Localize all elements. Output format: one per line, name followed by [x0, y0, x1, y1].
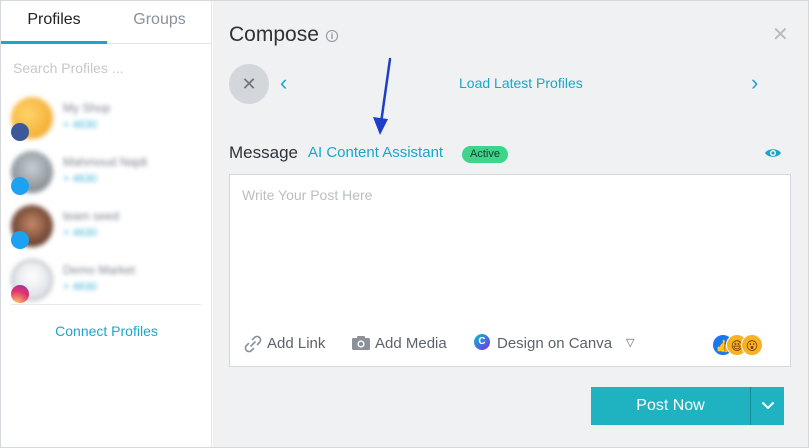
search-profiles-input[interactable]: [13, 57, 193, 79]
chevron-down-icon: [762, 402, 774, 409]
panel-tabs: Profiles Groups: [1, 1, 212, 44]
chevron-left-icon[interactable]: ‹: [280, 71, 287, 95]
add-link-label: Add Link: [267, 335, 326, 352]
post-text-input[interactable]: [242, 187, 777, 317]
compose-panel: Compose i ✕ ✕ ‹ Load Latest Profiles › M…: [213, 1, 808, 447]
instagram-icon: [11, 285, 29, 303]
profiles-panel: Profiles Groups My Shop + 4630 Mahmoud N…: [1, 1, 212, 447]
post-editor: Add Link Add Media C Design on Canva ▽ 👍…: [229, 174, 791, 367]
message-label: Message: [229, 143, 298, 162]
twitter-icon: [11, 231, 29, 249]
link-icon: [244, 335, 262, 353]
profile-name: Mahmoud Najdi: [63, 155, 148, 169]
reactions-button[interactable]: 👍 😆 😮: [712, 332, 772, 358]
twitter-icon: [11, 177, 29, 195]
close-icon[interactable]: ✕: [772, 25, 789, 45]
profile-item[interactable]: My Shop + 4630: [11, 97, 201, 147]
profile-sub: + 4630: [63, 227, 97, 239]
post-options-dropdown[interactable]: [751, 387, 784, 425]
info-icon[interactable]: i: [326, 30, 338, 42]
eye-icon[interactable]: [764, 147, 782, 159]
active-tab-indicator: [1, 41, 107, 44]
connect-profiles-link[interactable]: Connect Profiles: [1, 323, 212, 339]
add-media-label: Add Media: [375, 335, 447, 352]
divider: [11, 304, 201, 305]
profile-name: Demo Market: [63, 263, 136, 277]
ai-content-assistant-link[interactable]: AI Content Assistant: [308, 144, 443, 161]
post-now-button[interactable]: Post Now: [591, 387, 750, 425]
profile-name: team seed: [63, 209, 120, 223]
facebook-icon: [11, 123, 29, 141]
profile-sub: + 4630: [63, 119, 97, 131]
load-latest-profiles-link[interactable]: Load Latest Profiles: [459, 75, 583, 91]
profile-sub: + 4630: [63, 173, 97, 185]
tab-profiles[interactable]: Profiles: [1, 1, 107, 44]
profile-name: My Shop: [63, 101, 111, 115]
status-badge: Active: [462, 146, 508, 163]
canva-icon: C: [474, 334, 490, 350]
clear-selection-button[interactable]: ✕: [229, 64, 269, 104]
annotation-arrow-icon: [373, 57, 392, 135]
design-on-canva-label: Design on Canva: [497, 335, 613, 352]
profile-item[interactable]: Demo Market + 4630: [11, 259, 201, 309]
profile-item[interactable]: Mahmoud Najdi + 4630: [11, 151, 201, 201]
tab-groups[interactable]: Groups: [107, 1, 212, 44]
surprised-emoji-icon: 😮: [741, 334, 763, 356]
camera-icon: [352, 336, 370, 350]
chevron-down-icon: ▽: [626, 337, 635, 349]
chevron-right-icon[interactable]: ›: [751, 71, 758, 95]
profile-item[interactable]: team seed + 4630: [11, 205, 201, 255]
profile-sub: + 4630: [63, 281, 97, 293]
page-title: Compose: [229, 23, 319, 46]
